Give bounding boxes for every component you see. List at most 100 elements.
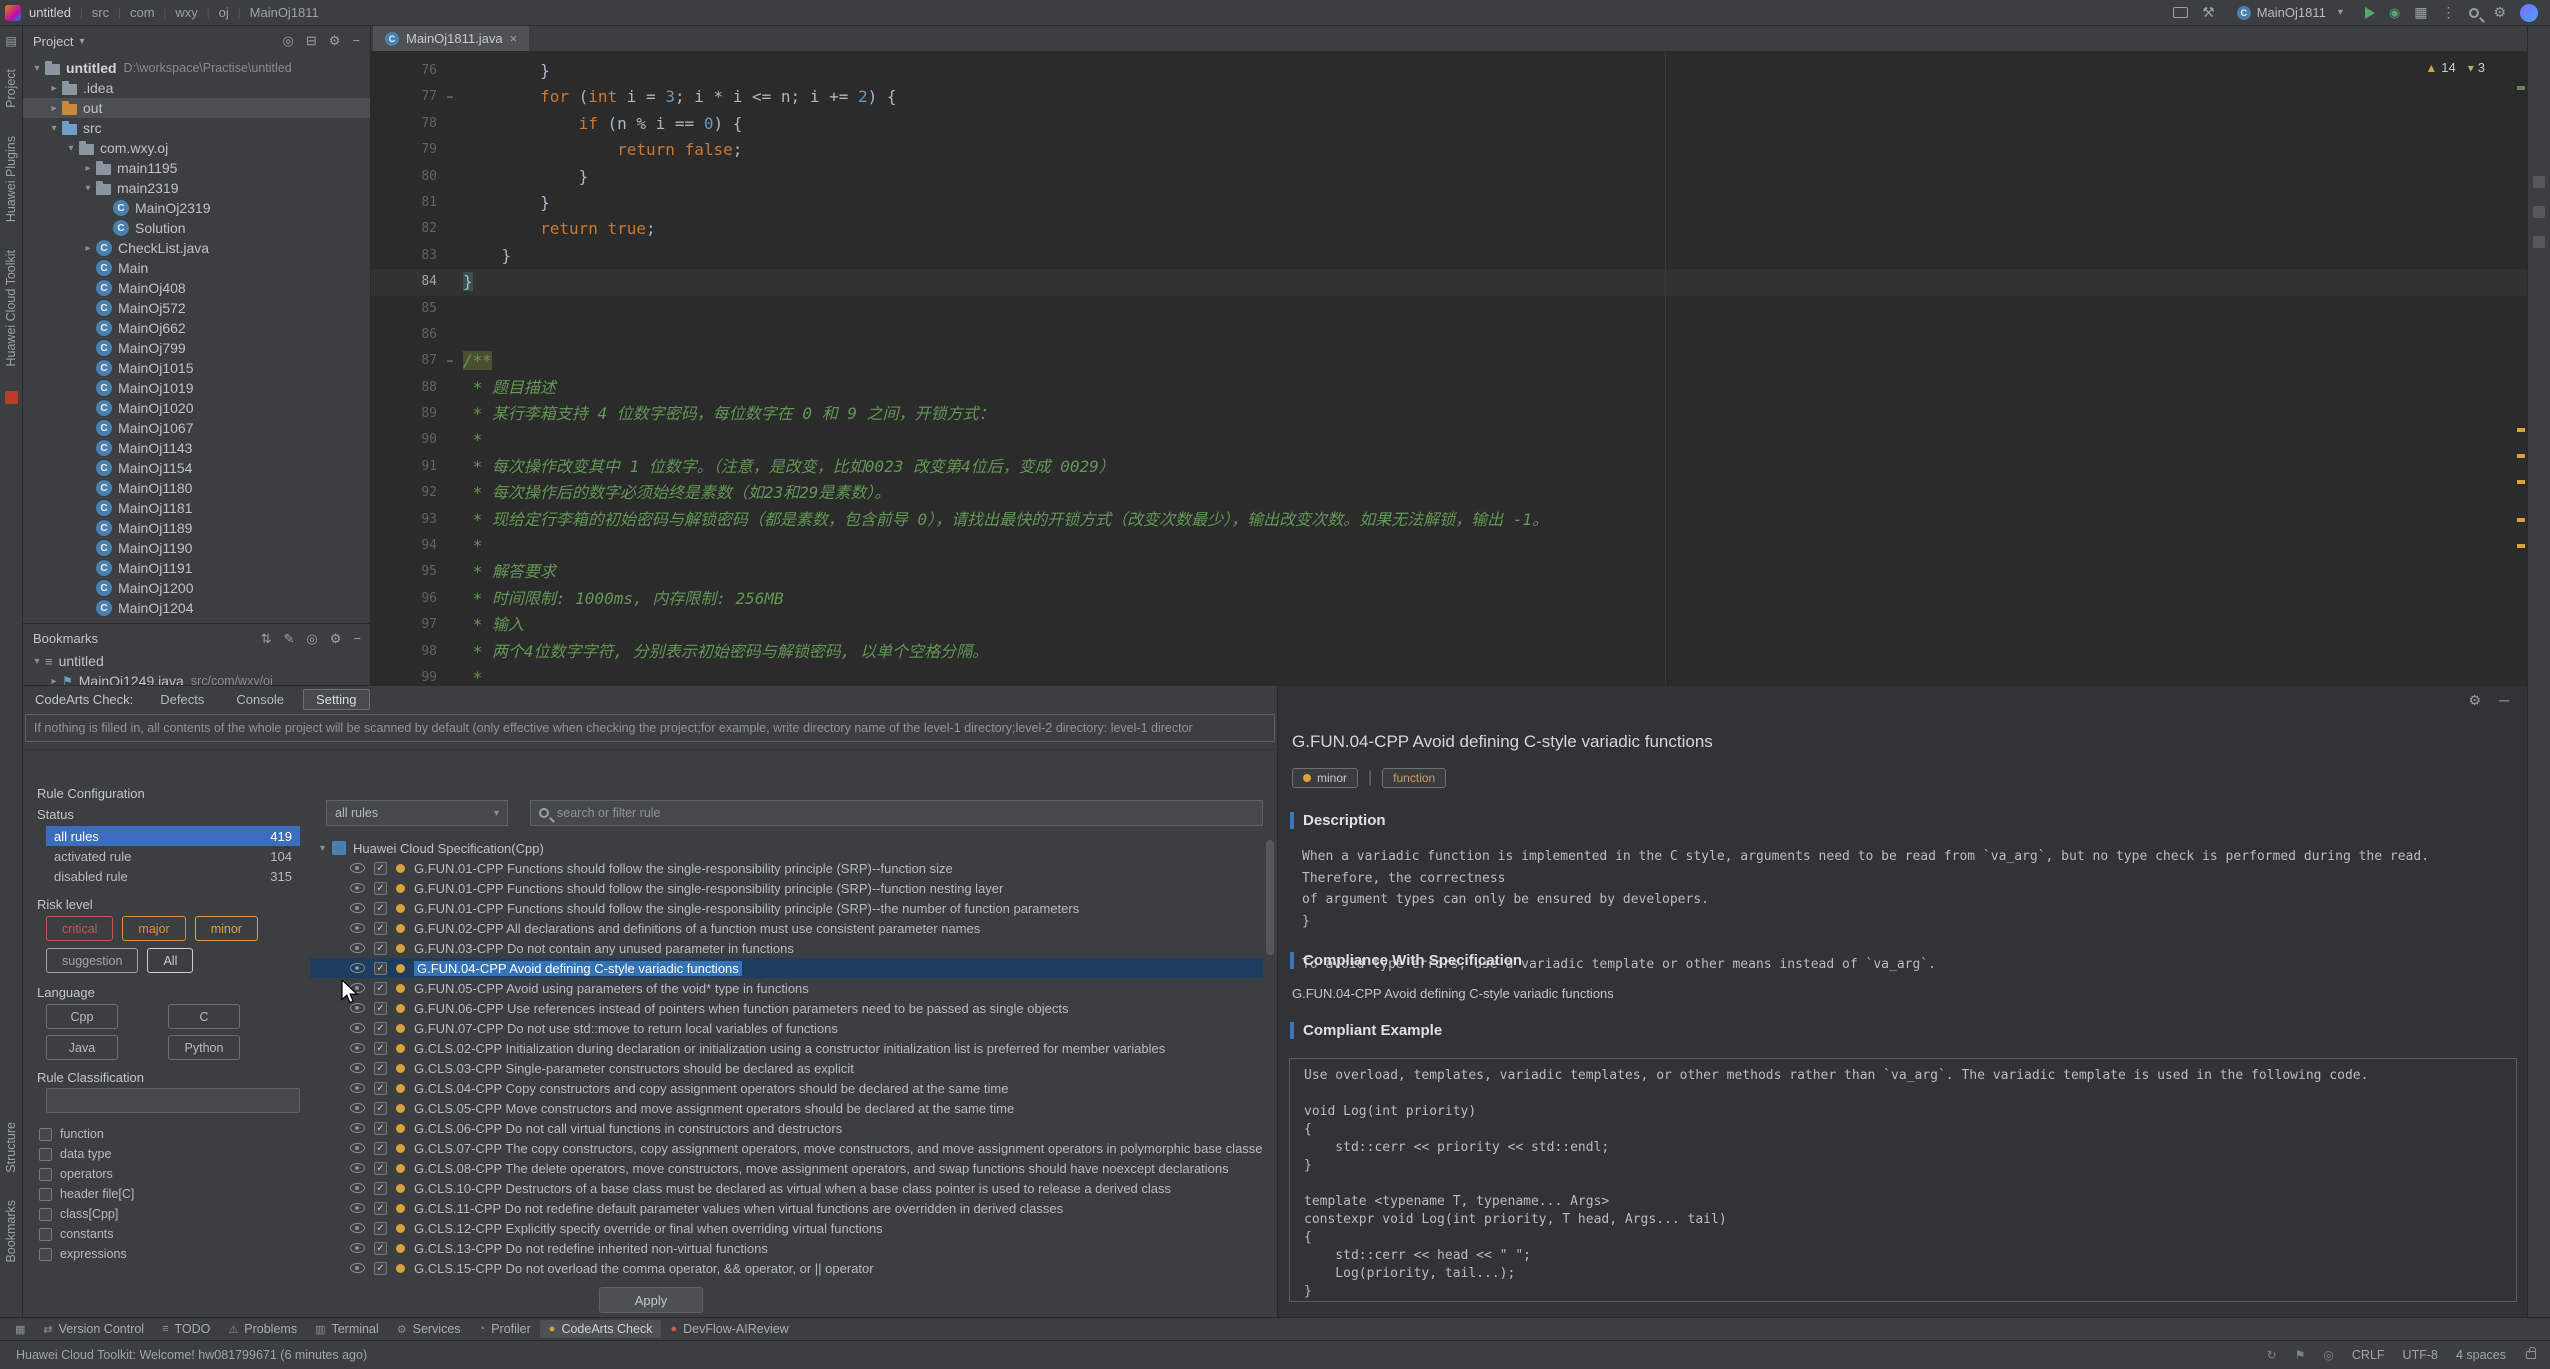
toolwindow-button-todo[interactable]: ≡TODO [153,1320,219,1338]
code-line[interactable]: 88 * 题目描述 [371,375,2527,401]
checkbox-checked-icon[interactable]: ✓ [374,1262,387,1275]
bookmark-row[interactable]: ▾≡untitled [23,651,371,671]
titlebar-path-segment[interactable]: MainOj1811 [250,5,319,20]
titlebar-path-segment[interactable]: com [130,5,155,20]
project-tree-row[interactable]: CMainOj572 [23,298,371,318]
tree-collapse-arrow[interactable]: ▾ [63,143,79,154]
scan-scope-notice[interactable]: If nothing is filled in, all contents of… [25,714,1275,742]
close-tab-icon[interactable]: × [510,31,518,46]
checkbox-checked-icon[interactable]: ✓ [374,1002,387,1015]
checkbox-checked-icon[interactable]: ✓ [374,1222,387,1235]
project-tree-row[interactable]: CMainOj799 [23,338,371,358]
project-tree-row[interactable]: CMainOj1067 [23,418,371,438]
checkbox-unchecked-icon[interactable] [39,1188,52,1201]
code-line[interactable]: 79 return false; [371,137,2527,163]
settings-gear-icon[interactable]: ⚙ [2493,4,2506,21]
project-tree-row[interactable]: CMainOj1204 [23,598,371,618]
rule-row[interactable]: ✓G.CLS.11-CPP Do not redefine default pa… [310,1198,1263,1218]
code-line[interactable]: 82 return true; [371,216,2527,242]
eye-icon[interactable] [350,1003,365,1013]
language-filter-button-python[interactable]: Python [168,1035,240,1060]
classification-checkbox-row[interactable]: data type [39,1144,134,1164]
checkbox-unchecked-icon[interactable] [39,1128,52,1141]
rules-root-node[interactable]: ▾Huawei Cloud Specification(Cpp) [310,838,1263,858]
gear-icon[interactable]: ⚙ [2469,692,2482,709]
rule-row[interactable]: ✓G.CLS.06-CPP Do not call virtual functi… [310,1118,1263,1138]
fold-marker[interactable]: − [437,348,463,374]
tab-console[interactable]: Console [223,689,297,710]
code-line[interactable]: 81 } [371,190,2527,216]
rule-row[interactable]: ✓G.FUN.01-CPP Functions should follow th… [310,898,1263,918]
project-tree-row[interactable]: CSolution [23,218,371,238]
locate-file-icon[interactable]: ◎ [283,33,294,49]
sort-icon[interactable]: ⇅ [261,631,272,647]
toolwindow-button-devflow-aireview[interactable]: ●DevFlow-AIReview [661,1320,797,1338]
status-widget-utf-8[interactable]: UTF-8 [2403,1348,2438,1362]
rule-row[interactable]: ✓G.CLS.13-CPP Do not redefine inherited … [310,1238,1263,1258]
language-filter-button-cpp[interactable]: Cpp [46,1004,118,1029]
eye-icon[interactable] [350,1243,365,1253]
code-line[interactable]: 93 * 现给定行李箱的初始密码与解锁密码（都是素数，包含前导 0），请找出最快… [371,507,2527,533]
checkbox-checked-icon[interactable]: ✓ [374,1182,387,1195]
status-filter-row[interactable]: activated rule104 [46,846,300,866]
inspection-weak-count[interactable]: ▾3 [2468,60,2485,75]
project-tree-row[interactable]: CMainOj1020 [23,398,371,418]
checkbox-checked-icon[interactable]: ✓ [374,1202,387,1215]
code-editor[interactable]: 76 }77− for (int i = 3; i * i <= n; i +=… [371,52,2527,685]
run-button[interactable] [2365,7,2375,19]
checkbox-checked-icon[interactable]: ✓ [374,1042,387,1055]
classification-checkbox-row[interactable]: header file[C] [39,1184,134,1204]
checkbox-unchecked-icon[interactable] [39,1228,52,1241]
titlebar-path-segment[interactable]: src [92,5,109,20]
tree-collapse-arrow[interactable]: ▾ [29,63,45,74]
project-tree-row[interactable]: ▸.idea [23,78,371,98]
lock-icon[interactable] [2526,1351,2536,1359]
tree-expand-arrow[interactable]: ▸ [80,243,96,254]
titlebar-path-segment[interactable]: wxy [175,5,197,20]
project-tree-row[interactable]: CMain [23,258,371,278]
rule-row[interactable]: ✓G.FUN.07-CPP Do not use std::move to re… [310,1018,1263,1038]
hide-panel-icon[interactable]: ─ [2499,692,2509,709]
rule-row[interactable]: ✓G.FUN.05-CPP Avoid using parameters of … [310,978,1263,998]
classification-checkbox-row[interactable]: operators [39,1164,134,1184]
tab-setting[interactable]: Setting [303,689,369,710]
fold-marker[interactable]: − [437,84,463,110]
chevron-down-icon[interactable]: ▾ [79,36,84,47]
rules-filter-dropdown[interactable]: all rules ▾ [326,800,508,826]
language-filter-button-c[interactable]: C [168,1004,240,1029]
checkbox-checked-icon[interactable]: ✓ [374,922,387,935]
titlebar-path-segment[interactable]: untitled [29,5,71,20]
eye-icon[interactable] [350,923,365,933]
toolwindow-button-problems[interactable]: ⚠Problems [219,1320,306,1338]
checkbox-unchecked-icon[interactable] [39,1148,52,1161]
rule-row[interactable]: ✓G.CLS.12-CPP Explicitly specify overrid… [310,1218,1263,1238]
risk-filter-button-major[interactable]: major [122,916,185,941]
code-line[interactable]: 98 * 两个4位数字字符, 分别表示初始密码与解锁密码, 以单个空格分隔。 [371,639,2527,665]
rule-row[interactable]: ✓G.FUN.01-CPP Functions should follow th… [310,878,1263,898]
project-tree-row[interactable]: ▸CCheckList.java [23,238,371,258]
checkbox-checked-icon[interactable]: ✓ [374,982,387,995]
rule-row[interactable]: ✓G.CLS.05-CPP Move constructors and move… [310,1098,1263,1118]
titlebar-path-segment[interactable]: oj [219,5,229,20]
toolwindow-switcher-icon[interactable]: ▦ [6,1321,34,1338]
project-tree-row[interactable]: CMainOj1181 [23,498,371,518]
eye-icon[interactable] [350,1223,365,1233]
rule-row[interactable]: ✓G.FUN.06-CPP Use references instead of … [310,998,1263,1018]
rule-row[interactable]: ✓G.CLS.07-CPP The copy constructors, cop… [310,1138,1263,1158]
checkbox-checked-icon[interactable]: ✓ [374,1162,387,1175]
tab-defects[interactable]: Defects [147,689,217,710]
code-line[interactable]: 86 [371,322,2527,348]
code-line[interactable]: 92 * 每次操作后的数字必须始终是素数（如23和29是素数）。 [371,480,2527,506]
code-line[interactable]: 95 * 解答要求 [371,559,2527,585]
rule-row[interactable]: ✓G.FUN.03-CPP Do not contain any unused … [310,938,1263,958]
toolwindow-button-terminal[interactable]: ▥Terminal [306,1320,388,1338]
code-line[interactable]: 80 } [371,164,2527,190]
code-line[interactable]: 77− for (int i = 3; i * i <= n; i += 2) … [371,84,2527,110]
project-tree-row[interactable]: CMainOj1190 [23,538,371,558]
tree-collapse-arrow[interactable]: ▾ [46,123,62,134]
risk-filter-button-minor[interactable]: minor [195,916,258,941]
rule-row[interactable]: ✓G.FUN.01-CPP Functions should follow th… [310,858,1263,878]
toolwindow-button-profiler[interactable]: ◔Profiler [470,1320,540,1338]
project-tree-row[interactable]: CMainOj1180 [23,478,371,498]
collapse-all-icon[interactable]: ⊟ [306,33,317,49]
